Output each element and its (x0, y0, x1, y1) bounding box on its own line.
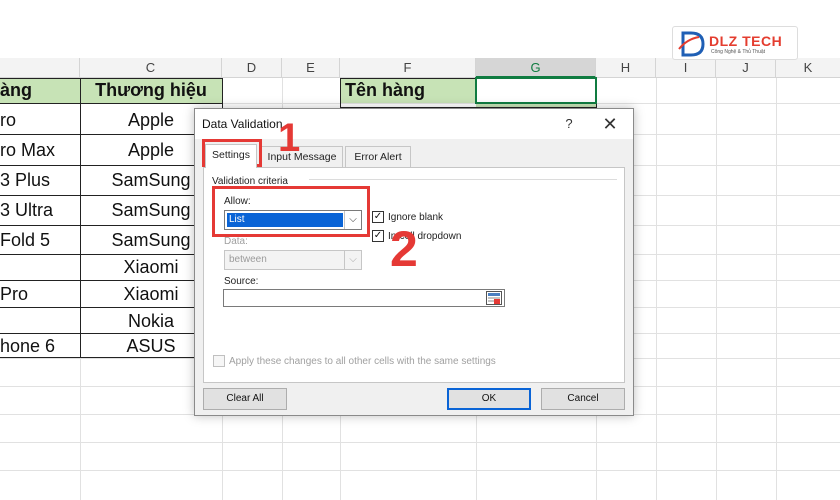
table-border (0, 333, 223, 334)
annotation-box-allow (212, 186, 370, 237)
close-icon[interactable]: ✕ (597, 113, 623, 135)
grid-line (776, 78, 777, 500)
data-label: Data: (224, 236, 248, 247)
table-border (80, 78, 81, 358)
table-border (0, 134, 223, 135)
grid-line (0, 442, 840, 443)
clear-all-button[interactable]: Clear All (203, 388, 287, 410)
column-header-g[interactable]: G (476, 58, 596, 78)
grid-line (0, 470, 840, 471)
dlz-tech-logo: DLZ TECH Công Nghệ & Thủ Thuật (672, 26, 798, 60)
table-border (0, 307, 223, 308)
table-border (0, 78, 223, 358)
tab-error-alert[interactable]: Error Alert (345, 146, 411, 168)
data-dropdown[interactable]: between ⌵ (224, 250, 362, 270)
logo-text: DLZ TECH (709, 33, 783, 49)
column-header-b[interactable] (0, 58, 80, 78)
grid-line (716, 78, 717, 500)
ok-button[interactable]: OK (447, 388, 531, 410)
cancel-button[interactable]: Cancel (541, 388, 625, 410)
column-header-row: C D E F G H I J K (0, 58, 840, 78)
apply-all-label: Apply these changes to all other cells w… (229, 356, 496, 367)
group-divider (309, 179, 617, 180)
column-header-c[interactable]: C (80, 58, 222, 78)
column-header-h[interactable]: H (596, 58, 656, 78)
table-border (0, 103, 223, 104)
dialog-titlebar[interactable]: Data Validation ? ✕ (195, 109, 633, 139)
column-header-k[interactable]: K (776, 58, 840, 78)
source-label: Source: (224, 276, 259, 287)
annotation-step-2: 2 (390, 221, 418, 277)
annotation-step-1: 1 (278, 116, 301, 160)
table-border (0, 254, 223, 255)
column-header-d[interactable]: D (222, 58, 282, 78)
table-border (0, 280, 223, 281)
column-header-j[interactable]: J (716, 58, 776, 78)
column-header-e[interactable]: E (282, 58, 340, 78)
ignore-blank-checkbox[interactable]: ✓ (372, 211, 384, 223)
table-border (0, 225, 223, 226)
data-dropdown-value: between (229, 254, 267, 265)
help-icon[interactable]: ? (557, 113, 581, 135)
dialog-title: Data Validation (202, 117, 283, 131)
tab-settings[interactable]: Settings (205, 144, 257, 168)
tab-input-message[interactable]: Input Message (261, 146, 343, 168)
table-border (0, 195, 223, 196)
range-select-icon[interactable] (486, 291, 502, 305)
column-header-i[interactable]: I (656, 58, 716, 78)
logo-tagline: Công Nghệ & Thủ Thuật (711, 49, 766, 55)
in-cell-dropdown-checkbox[interactable]: ✓ (372, 230, 384, 242)
column-header-f[interactable]: F (340, 58, 476, 78)
source-input[interactable] (223, 289, 505, 307)
grid-line (656, 78, 657, 500)
chevron-down-icon[interactable]: ⌵ (344, 251, 361, 269)
apply-all-checkbox[interactable] (213, 355, 225, 367)
table-border (0, 165, 223, 166)
logo-mark-icon (678, 31, 705, 57)
active-cell-g[interactable] (475, 77, 597, 104)
